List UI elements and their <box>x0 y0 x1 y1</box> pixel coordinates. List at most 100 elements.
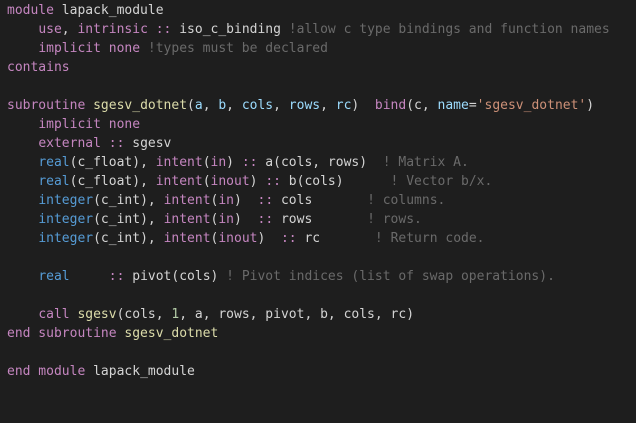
code-token-text: , <box>202 98 219 113</box>
code-token-operator: :: <box>108 269 125 284</box>
code-line[interactable]: implicit none <box>7 115 610 134</box>
code-token-text: ) <box>234 212 258 227</box>
code-token-text: , <box>320 98 336 113</box>
code-token-keyword: intent <box>155 174 203 189</box>
code-token-comment: ! Matrix A. <box>382 155 469 170</box>
code-line[interactable]: real(c_float), intent(in) :: a(cols, row… <box>7 153 610 172</box>
code-line[interactable] <box>7 286 610 305</box>
code-token-operator: :: <box>241 155 258 170</box>
code-token-text: , <box>273 98 289 113</box>
code-line[interactable]: module lapack_module <box>7 1 610 20</box>
code-line[interactable]: call sgesv(cols, 1, a, rows, pivot, b, c… <box>7 305 610 324</box>
code-token-keyword: intent <box>163 231 211 246</box>
code-token-keyword: in <box>210 155 227 170</box>
code-line[interactable]: implicit none !types must be declared <box>7 39 610 58</box>
code-token-text: (cols, <box>116 307 172 322</box>
code-token-operator: :: <box>155 22 172 37</box>
code-token-comment: ! Pivot indices (list of swap operations… <box>226 269 555 284</box>
code-token-comment: ! Return code. <box>374 231 485 246</box>
code-token-identifier: a <box>194 98 203 113</box>
code-token-text: (c_float), <box>69 174 156 189</box>
code-token-keyword: intent <box>163 212 211 227</box>
code-token-keyword: inout <box>218 231 258 246</box>
code-token-keyword: inout <box>210 174 250 189</box>
code-token-text: rc <box>296 231 375 246</box>
code-token-text: , <box>226 98 242 113</box>
code-token-text: sgesv <box>124 136 172 151</box>
code-line[interactable]: real :: pivot(cols) ! Pivot indices (lis… <box>7 267 610 286</box>
code-token-string: 'sgesv_dotnet' <box>476 98 587 113</box>
code-token-text: a(cols, rows) <box>257 155 383 170</box>
code-line[interactable]: use, intrinsic :: iso_c_binding !allow c… <box>7 20 610 39</box>
code-token-operator: :: <box>265 174 281 189</box>
code-token-text: pivot(cols) <box>124 269 227 284</box>
code-line[interactable]: real(c_float), intent(inout) :: b(cols) … <box>7 172 610 191</box>
code-area[interactable]: module lapack_module use, intrinsic :: i… <box>7 1 610 381</box>
code-token-keyword: module <box>7 3 54 18</box>
code-token-type: integer <box>38 212 94 227</box>
code-line[interactable] <box>7 343 610 362</box>
code-line[interactable]: end module lapack_module <box>7 362 610 381</box>
code-line[interactable]: integer(c_int), intent(in) :: cols ! col… <box>7 191 610 210</box>
code-token-identifier: rc <box>335 98 352 113</box>
code-token-type: real <box>38 155 70 170</box>
code-token-text: , <box>61 22 78 37</box>
code-line[interactable]: end subroutine sgesv_dotnet <box>7 324 610 343</box>
code-token-text: ) <box>586 98 595 113</box>
code-token-keyword: intent <box>163 193 211 208</box>
code-line[interactable]: integer(c_int), intent(inout) :: rc ! Re… <box>7 229 610 248</box>
code-token-keyword: external <box>38 136 101 151</box>
code-token-operator: :: <box>108 136 125 151</box>
code-token-type: real <box>38 269 70 284</box>
code-line[interactable]: subroutine sgesv_dotnet(a, b, cols, rows… <box>7 96 610 115</box>
code-line[interactable] <box>7 248 610 267</box>
code-token-keyword: in <box>218 193 235 208</box>
code-token-text: = <box>468 98 477 113</box>
code-token-text: b(cols) <box>280 174 391 189</box>
code-token-operator: :: <box>257 212 274 227</box>
code-token-function-name: sgesv <box>77 307 117 322</box>
code-token-keyword: use <box>38 22 62 37</box>
code-token-text: lapack_module <box>53 3 164 18</box>
code-token-text: (c_int), <box>93 212 164 227</box>
code-token-type: real <box>38 174 70 189</box>
code-token-text: ) <box>351 98 375 113</box>
code-token-operator: :: <box>280 231 297 246</box>
code-token-text: ) <box>226 155 242 170</box>
code-token-text: rows <box>273 212 368 227</box>
code-line[interactable]: external :: sgesv <box>7 134 610 153</box>
code-token-text: cols <box>273 193 368 208</box>
code-line[interactable]: integer(c_int), intent(in) :: rows ! row… <box>7 210 610 229</box>
code-token-comment: !types must be declared <box>147 41 328 56</box>
code-token-function-name: sgesv_dotnet <box>93 98 188 113</box>
code-token-operator: :: <box>257 193 274 208</box>
code-line[interactable]: contains <box>7 58 610 77</box>
code-editor[interactable]: module lapack_module use, intrinsic :: i… <box>0 0 636 423</box>
code-token-text: lapack_module <box>85 364 195 379</box>
code-token-text: (c_float), <box>69 155 156 170</box>
code-token-comment: !allow c type bindings and function name… <box>288 22 610 37</box>
code-token-keyword: intent <box>155 155 203 170</box>
code-token-text: , a, rows, pivot, b, cols, rc) <box>179 307 415 322</box>
code-token-text: (c_int), <box>93 231 164 246</box>
code-token-keyword: bind <box>374 98 407 113</box>
code-token-text: ( <box>202 174 211 189</box>
code-token-keyword: intrinsic <box>77 22 148 37</box>
code-token-text: ) <box>249 174 266 189</box>
code-token-type: integer <box>38 193 94 208</box>
code-line[interactable] <box>7 77 610 96</box>
code-token-identifier: name <box>437 98 469 113</box>
code-token-keyword: end subroutine <box>7 326 117 341</box>
code-token-type: integer <box>38 231 94 246</box>
code-token-keyword: in <box>218 212 235 227</box>
